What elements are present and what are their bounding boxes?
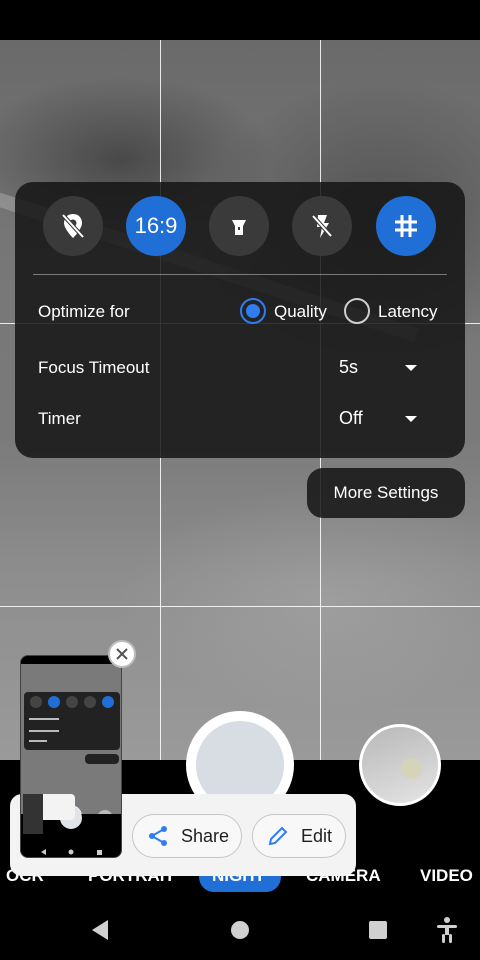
chevron-down-icon[interactable] (405, 416, 417, 422)
focus-timeout-label: Focus Timeout (38, 358, 150, 377)
share-icon (149, 826, 167, 846)
share-button[interactable]: Share (132, 814, 242, 858)
quick-settings-panel: 16:9 Optimize for Quality Latency Focus … (15, 182, 465, 458)
chevron-down-icon[interactable] (405, 365, 417, 371)
back-icon[interactable] (92, 920, 108, 940)
grid-line-horizontal-2 (0, 606, 480, 607)
edit-label: Edit (301, 825, 333, 846)
quality-radio-label[interactable]: Quality (274, 302, 327, 322)
mode-video[interactable]: VIDEO (420, 866, 473, 886)
grid-button[interactable] (376, 196, 436, 256)
edit-button[interactable]: Edit (252, 814, 346, 858)
latency-radio[interactable] (344, 298, 370, 324)
screenshot-thumbnail[interactable] (20, 655, 122, 858)
timer-dropdown[interactable]: Off (339, 408, 363, 429)
close-preview-button[interactable] (108, 640, 136, 668)
quality-radio[interactable] (240, 298, 266, 324)
flash-off-icon (311, 214, 333, 238)
aspect-ratio-label: 16:9 (134, 213, 178, 238)
more-settings-button[interactable]: More Settings (307, 468, 465, 518)
aspect-ratio-button[interactable]: 16:9 (126, 196, 186, 256)
home-icon[interactable] (231, 921, 249, 939)
timer-label: Timer (38, 409, 81, 428)
grid-icon (395, 215, 417, 237)
share-label: Share (181, 825, 230, 846)
close-icon (116, 648, 128, 660)
latency-radio-label[interactable]: Latency (378, 302, 438, 322)
status-bar (0, 0, 480, 40)
torch-button[interactable] (209, 196, 269, 256)
system-navigation-bar (0, 900, 480, 960)
screenshot-thumbnail-image (21, 656, 121, 857)
panel-divider (33, 274, 447, 275)
gallery-thumbnail[interactable] (359, 724, 441, 806)
pencil-icon (268, 826, 288, 846)
optimize-for-label: Optimize for (38, 302, 130, 321)
focus-timeout-dropdown[interactable]: 5s (339, 357, 358, 378)
accessibility-icon[interactable] (434, 916, 460, 944)
hdr-off-icon (61, 213, 85, 239)
hdr-off-button[interactable] (43, 196, 103, 256)
recents-icon[interactable] (369, 921, 387, 939)
flash-off-button[interactable] (292, 196, 352, 256)
flashlight-icon (232, 220, 246, 235)
